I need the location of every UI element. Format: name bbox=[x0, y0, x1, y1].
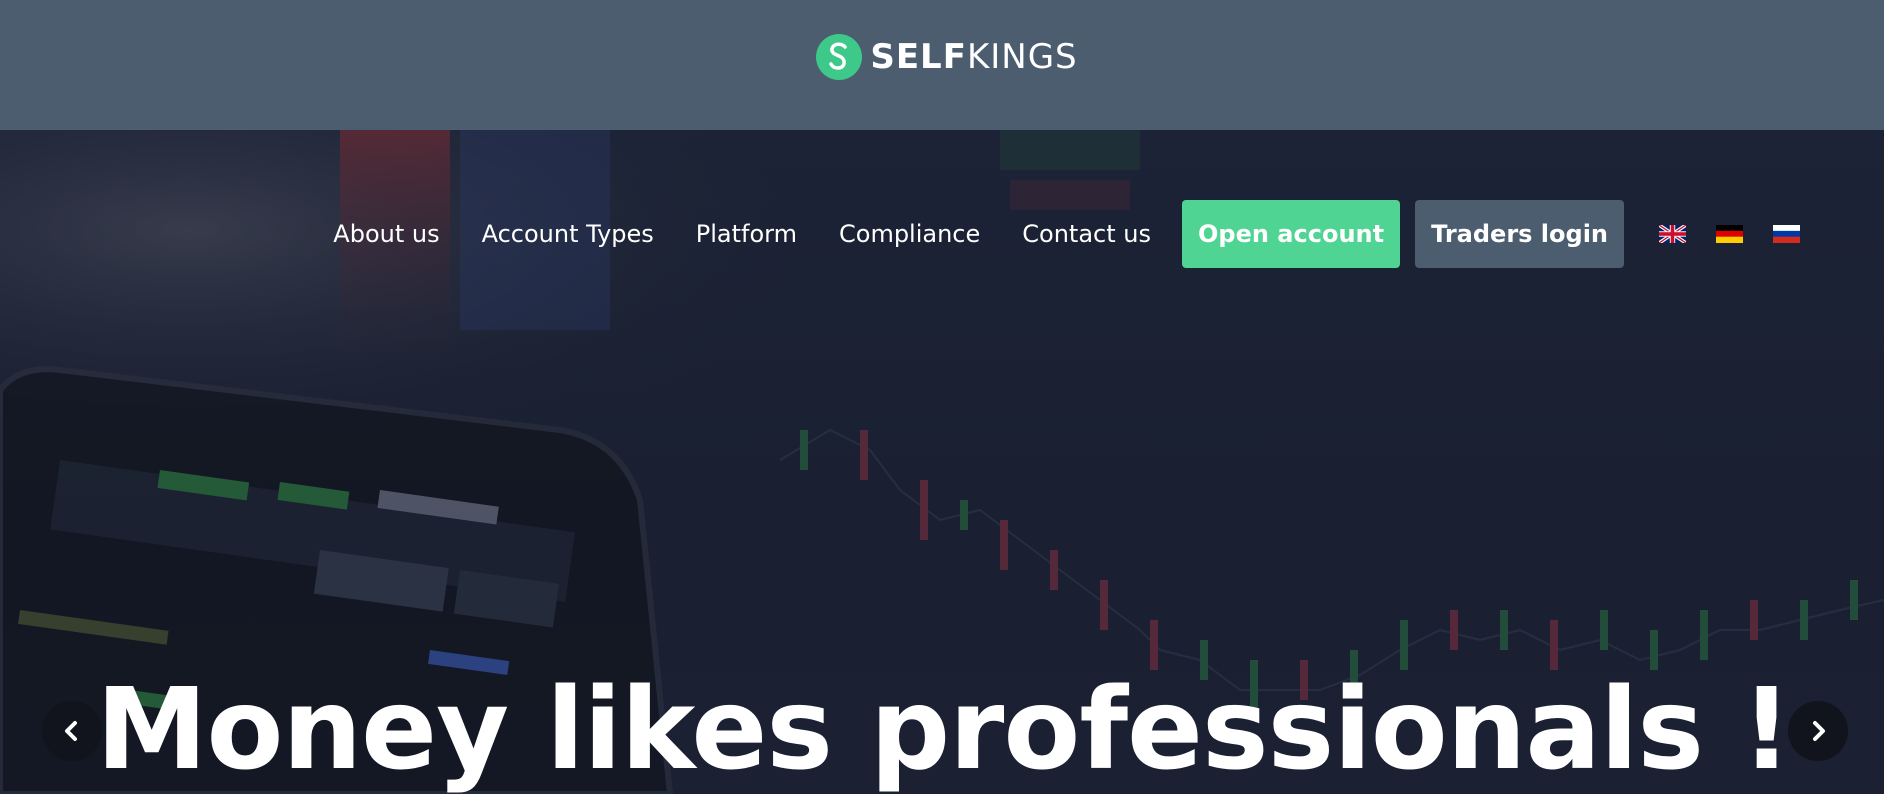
germany-flag-icon[interactable] bbox=[1716, 225, 1743, 243]
hero-banner: About us Account Types Platform Complian… bbox=[0, 130, 1884, 794]
hero-headline: Money likes professionals ! bbox=[96, 665, 1792, 794]
traders-login-button[interactable]: Traders login bbox=[1415, 200, 1624, 268]
uk-flag-icon[interactable] bbox=[1659, 225, 1686, 243]
chevron-left-icon bbox=[65, 721, 77, 741]
nav-compliance[interactable]: Compliance bbox=[839, 220, 980, 248]
top-header: SELFKINGS bbox=[0, 0, 1884, 130]
chevron-right-icon bbox=[1813, 721, 1825, 741]
logo-text-light: KINGS bbox=[966, 37, 1078, 77]
carousel-prev-button[interactable] bbox=[42, 701, 102, 761]
main-navigation: About us Account Types Platform Complian… bbox=[333, 200, 1884, 268]
russia-flag-icon[interactable] bbox=[1773, 225, 1800, 243]
logo-wordmark: SELFKINGS bbox=[870, 37, 1077, 77]
language-switcher bbox=[1659, 225, 1800, 243]
nav-contact-us[interactable]: Contact us bbox=[1022, 220, 1151, 248]
logo-text-bold: SELF bbox=[870, 37, 967, 77]
logo-mark-icon bbox=[816, 34, 863, 80]
carousel-next-button[interactable] bbox=[1788, 701, 1848, 761]
open-account-button[interactable]: Open account bbox=[1182, 200, 1401, 268]
site-logo[interactable]: SELFKINGS bbox=[816, 34, 1077, 80]
nav-about-us[interactable]: About us bbox=[333, 220, 439, 248]
nav-account-types[interactable]: Account Types bbox=[482, 220, 654, 248]
nav-platform[interactable]: Platform bbox=[696, 220, 797, 248]
